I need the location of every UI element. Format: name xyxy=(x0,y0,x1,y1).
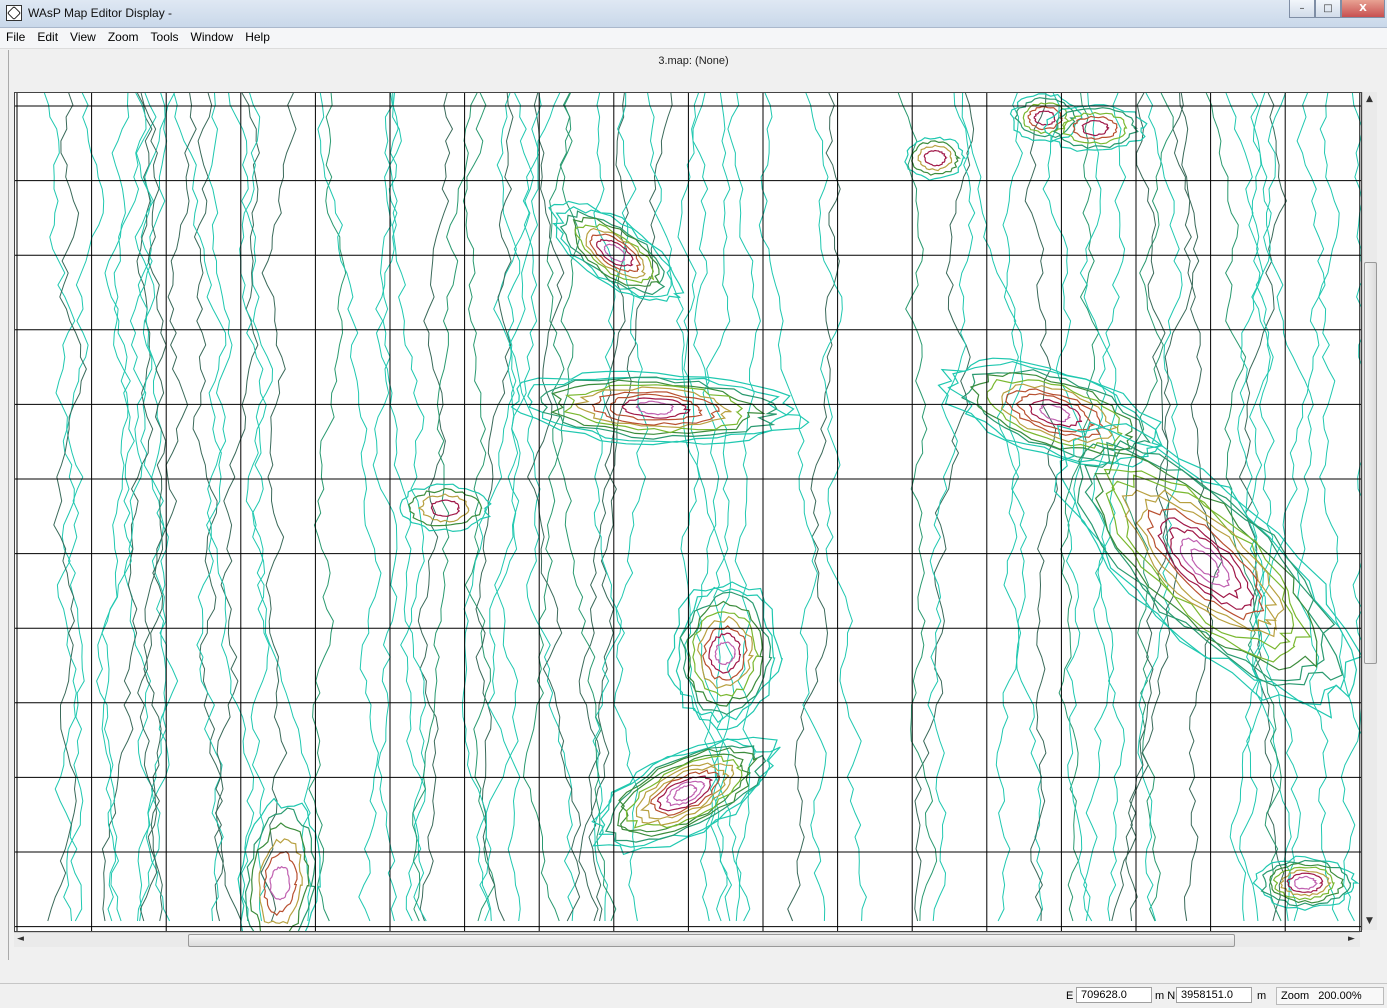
contour-line xyxy=(927,93,976,922)
easting-label: E xyxy=(1066,990,1074,1002)
contour-ring xyxy=(1081,119,1110,137)
contour-ring xyxy=(1121,489,1285,638)
close-button[interactable]: X xyxy=(1341,0,1385,18)
title-bar: WAsP Map Editor Display - – □ X xyxy=(0,0,1387,28)
contour-ring xyxy=(621,397,691,419)
contour-ring xyxy=(595,238,634,267)
menu-tools[interactable]: Tools xyxy=(145,28,185,48)
contour-line xyxy=(1225,93,1301,922)
menu-bar: File Edit View Zoom Tools Window Help xyxy=(0,28,1387,49)
contour-ring xyxy=(923,149,948,167)
document-title: 3.map: (None) xyxy=(658,55,729,67)
contour-line xyxy=(461,93,542,922)
menu-help[interactable]: Help xyxy=(239,28,276,48)
contour-ring xyxy=(714,641,736,666)
menu-zoom[interactable]: Zoom xyxy=(102,28,145,48)
contour-line xyxy=(1179,93,1223,922)
contour-ring xyxy=(244,807,317,931)
window-controls: – □ X xyxy=(1289,0,1385,20)
contour-line xyxy=(487,93,538,922)
horizontal-scrollbar[interactable]: ◄ ► xyxy=(14,932,1360,947)
contour-line xyxy=(196,93,233,922)
contour-ring xyxy=(1076,440,1344,687)
contour-line xyxy=(228,93,274,922)
contour-line xyxy=(260,93,297,922)
contour-ring xyxy=(552,206,673,298)
unit-label: m xyxy=(1257,990,1267,1002)
menu-edit[interactable]: Edit xyxy=(31,28,64,48)
status-bar: E 709628.0 m N 3958151.0 m Zoom 200.00% xyxy=(0,983,1387,1008)
contour-line xyxy=(372,93,402,922)
contour-line xyxy=(1340,93,1361,922)
contour-line xyxy=(508,93,576,922)
contour-line xyxy=(476,93,520,922)
contour-ring xyxy=(1053,423,1361,719)
easting-field: 709628.0 xyxy=(1076,987,1152,1003)
contour-line xyxy=(592,93,622,922)
maximize-button[interactable]: □ xyxy=(1315,0,1341,18)
zoom-value: 200.00% xyxy=(1318,990,1362,1002)
contour-line xyxy=(308,93,347,922)
map-canvas[interactable] xyxy=(14,92,1362,932)
contour-line xyxy=(1251,93,1340,922)
contour-line xyxy=(214,93,260,922)
contour-ring xyxy=(269,865,291,901)
contour-line xyxy=(129,93,169,922)
scroll-left-icon[interactable]: ◄ xyxy=(17,934,24,944)
northing-field: 3958151.0 xyxy=(1176,987,1252,1003)
contour-line xyxy=(1024,93,1058,922)
minimize-button[interactable]: – xyxy=(1289,0,1315,18)
contour-ring xyxy=(1294,875,1319,890)
contour-line xyxy=(1296,93,1361,735)
contour-line xyxy=(1205,93,1282,922)
zoom-label: Zoom xyxy=(1281,990,1310,1002)
contour-ring xyxy=(686,600,764,707)
contour-ring xyxy=(604,745,767,843)
contour-line xyxy=(1229,93,1275,922)
contour-line xyxy=(96,93,175,922)
contour-line xyxy=(137,93,179,922)
contour-map[interactable] xyxy=(15,93,1361,931)
menu-window[interactable]: Window xyxy=(185,28,240,48)
menu-view[interactable]: View xyxy=(64,28,102,48)
contour-line xyxy=(1125,93,1174,922)
contour-line xyxy=(647,93,720,922)
contour-line xyxy=(1091,93,1127,922)
northing-label: m N xyxy=(1155,990,1176,1002)
zoom-indicator: Zoom 200.00% xyxy=(1276,987,1384,1005)
contour-line xyxy=(1042,93,1093,922)
contour-line xyxy=(1125,93,1178,922)
contour-ring xyxy=(1084,441,1325,682)
contour-line xyxy=(192,93,224,922)
app-icon[interactable] xyxy=(6,5,22,21)
contour-line xyxy=(546,93,617,922)
menu-file[interactable]: File xyxy=(0,28,31,48)
contour-ring xyxy=(430,499,461,518)
contour-ring xyxy=(263,850,298,917)
contour-ring xyxy=(1146,508,1265,621)
window-title: WAsP Map Editor Display - xyxy=(28,6,173,20)
scroll-up-icon[interactable]: ▲ xyxy=(1366,94,1373,104)
contour-line xyxy=(104,93,154,922)
contour-line xyxy=(787,93,841,922)
contour-line xyxy=(47,93,87,922)
contour-ring xyxy=(417,493,470,523)
contour-line xyxy=(914,93,975,922)
scroll-right-icon[interactable]: ► xyxy=(1348,934,1355,944)
contour-line xyxy=(54,93,105,922)
contour-line xyxy=(961,93,1027,922)
contour-line xyxy=(758,93,827,922)
contour-line xyxy=(173,93,255,922)
vertical-scrollbar[interactable]: ▲ ▼ xyxy=(1362,92,1377,930)
vertical-scroll-thumb[interactable] xyxy=(1364,262,1377,664)
scroll-down-icon[interactable]: ▼ xyxy=(1366,916,1373,926)
contour-line xyxy=(1111,93,1200,922)
horizontal-scroll-thumb[interactable] xyxy=(188,934,1235,947)
contour-line xyxy=(317,93,382,922)
contour-line xyxy=(1137,93,1183,922)
contour-line xyxy=(417,93,454,922)
